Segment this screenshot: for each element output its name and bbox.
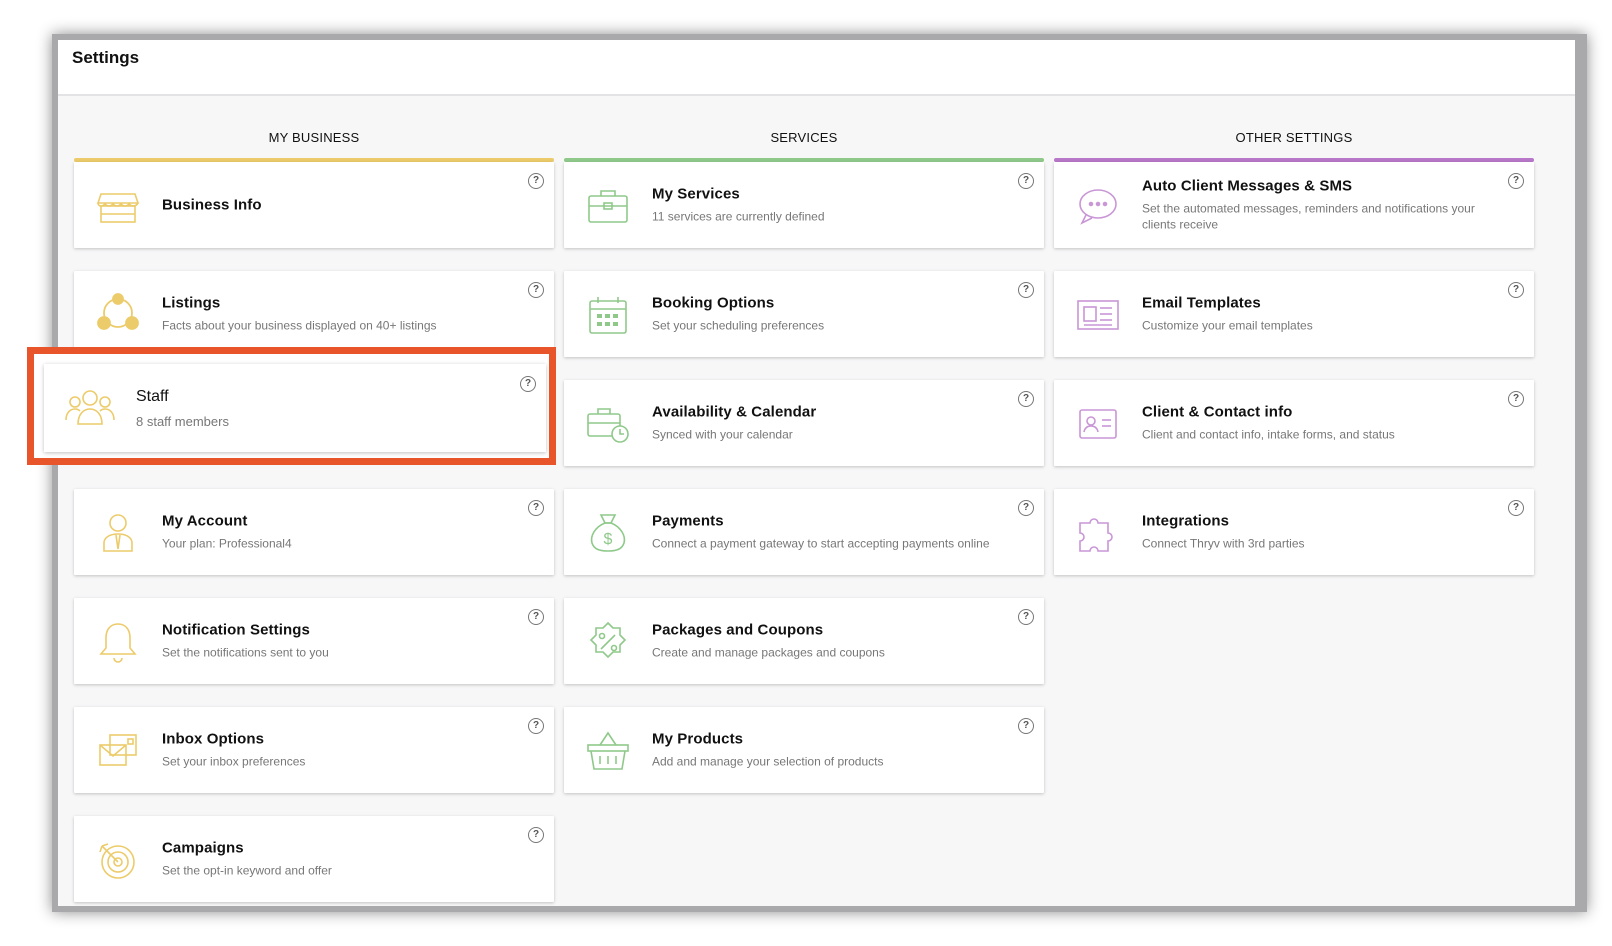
card-subtitle: Connect Thryv with 3rd parties [1142,536,1305,551]
chat-bubble-icon [1076,184,1120,228]
id-card-icon [1076,402,1120,446]
column-header-my-business: MY BUSINESS [268,130,360,145]
help-icon[interactable]: ? [1508,173,1524,189]
card-listings[interactable]: Listings Facts about your business displ… [74,271,554,357]
coupon-icon [586,620,630,664]
column-header-other-settings: OTHER SETTINGS [1235,130,1353,145]
card-my-services[interactable]: My Services 11 services are currently de… [564,162,1044,248]
card-integrations[interactable]: Integrations Connect Thryv with 3rd part… [1054,489,1534,575]
my-business-column: MY BUSINESS Business Info ? Listings Fac… [74,124,554,906]
card-subtitle: Add and manage your selection of product… [652,754,884,769]
svg-text:$: $ [604,531,613,548]
card-title: Packages and Coupons [652,621,824,639]
card-title: Notification Settings [162,621,310,639]
help-icon[interactable]: ? [528,609,544,625]
top-bar: Settings [58,40,1575,96]
card-subtitle: Set the notifications sent to you [162,645,329,660]
services-column: SERVICES My Services 11 services are cur… [564,124,1044,816]
card-subtitle: Set your inbox preferences [162,754,306,769]
help-icon[interactable]: ? [528,173,544,189]
help-icon[interactable]: ? [1018,718,1034,734]
card-packages-coupons[interactable]: Packages and Coupons Create and manage p… [564,598,1044,684]
help-icon[interactable]: ? [528,500,544,516]
card-title: My Account [162,512,248,530]
card-email-templates[interactable]: Email Templates Customize your email tem… [1054,271,1534,357]
help-icon[interactable]: ? [1508,500,1524,516]
card-title: Auto Client Messages & SMS [1142,177,1353,195]
card-title: Payments [652,512,724,530]
card-client-contact-info[interactable]: Client & Contact info Client and contact… [1054,380,1534,466]
help-icon[interactable]: ? [1018,282,1034,298]
network-icon [96,293,140,337]
card-title: Email Templates [1142,294,1261,312]
card-my-account[interactable]: My Account Your plan: Professional4 ? [74,489,554,575]
basket-icon [586,729,630,773]
card-title: Staff [136,388,169,405]
settings-window: Settings MY BUSINESS Business Info ? Lis… [52,34,1587,912]
people-icon [64,384,116,432]
help-icon[interactable]: ? [1018,391,1034,407]
help-icon[interactable]: ? [1018,609,1034,625]
card-campaigns[interactable]: Campaigns Set the opt-in keyword and off… [74,816,554,902]
target-icon [96,838,140,882]
card-payments[interactable]: $ Payments Connect a payment gateway to … [564,489,1044,575]
storefront-icon [96,184,140,228]
card-subtitle: Facts about your business displayed on 4… [162,318,437,333]
card-subtitle: Client and contact info, intake forms, a… [1142,427,1395,442]
help-icon[interactable]: ? [1508,391,1524,407]
card-title: Client & Contact info [1142,403,1293,421]
help-icon[interactable]: ? [1508,282,1524,298]
other-settings-column: OTHER SETTINGS Auto Client Messages & SM… [1054,124,1534,598]
card-notification-settings[interactable]: Notification Settings Set the notificati… [74,598,554,684]
card-my-products[interactable]: My Products Add and manage your selectio… [564,707,1044,793]
briefcase-icon [586,184,630,228]
newspaper-icon [1076,293,1120,337]
card-subtitle: Set the automated messages, reminders an… [1142,201,1475,232]
money-bag-icon: $ [586,511,630,555]
card-business-info[interactable]: Business Info ? [74,162,554,248]
staff-highlight-box: Staff 8 staff members ? [27,347,556,465]
inbox-icon [96,729,140,773]
card-subtitle: Customize your email templates [1142,318,1313,333]
card-title: Business Info [162,196,262,214]
card-subtitle: Connect a payment gateway to start accep… [652,536,990,551]
briefcase-clock-icon [586,402,630,446]
page-title: Settings [72,48,140,67]
help-icon[interactable]: ? [520,376,536,392]
card-title: Campaigns [162,839,244,857]
card-subtitle: 11 services are currently defined [652,209,825,224]
card-title: Inbox Options [162,730,265,748]
card-auto-client-messages[interactable]: Auto Client Messages & SMS Set the autom… [1054,162,1534,248]
card-title: My Products [652,730,744,748]
bell-icon [96,620,140,664]
puzzle-icon [1076,511,1120,555]
card-title: Listings [162,294,221,312]
help-icon[interactable]: ? [528,718,544,734]
help-icon[interactable]: ? [528,282,544,298]
card-subtitle: Set your scheduling preferences [652,318,825,333]
card-staff[interactable]: Staff 8 staff members ? [44,364,546,452]
card-inbox-options[interactable]: Inbox Options Set your inbox preferences… [74,707,554,793]
card-booking-options[interactable]: Booking Options Set your scheduling pref… [564,271,1044,357]
help-icon[interactable]: ? [1018,500,1034,516]
user-icon [96,511,140,555]
card-title: My Services [652,185,740,203]
card-subtitle: Set the opt-in keyword and offer [162,863,332,878]
card-subtitle: Your plan: Professional4 [162,536,292,551]
card-title: Integrations [1142,512,1230,530]
help-icon[interactable]: ? [528,827,544,843]
card-title: Availability & Calendar [652,403,817,421]
help-icon[interactable]: ? [1018,173,1034,189]
card-subtitle: 8 staff members [136,414,229,429]
card-title: Booking Options [652,294,775,312]
column-header-services: SERVICES [770,130,838,145]
card-subtitle: Synced with your calendar [652,427,793,442]
card-subtitle: Create and manage packages and coupons [652,645,885,660]
calendar-icon [586,293,630,337]
card-availability-calendar[interactable]: Availability & Calendar Synced with your… [564,380,1044,466]
